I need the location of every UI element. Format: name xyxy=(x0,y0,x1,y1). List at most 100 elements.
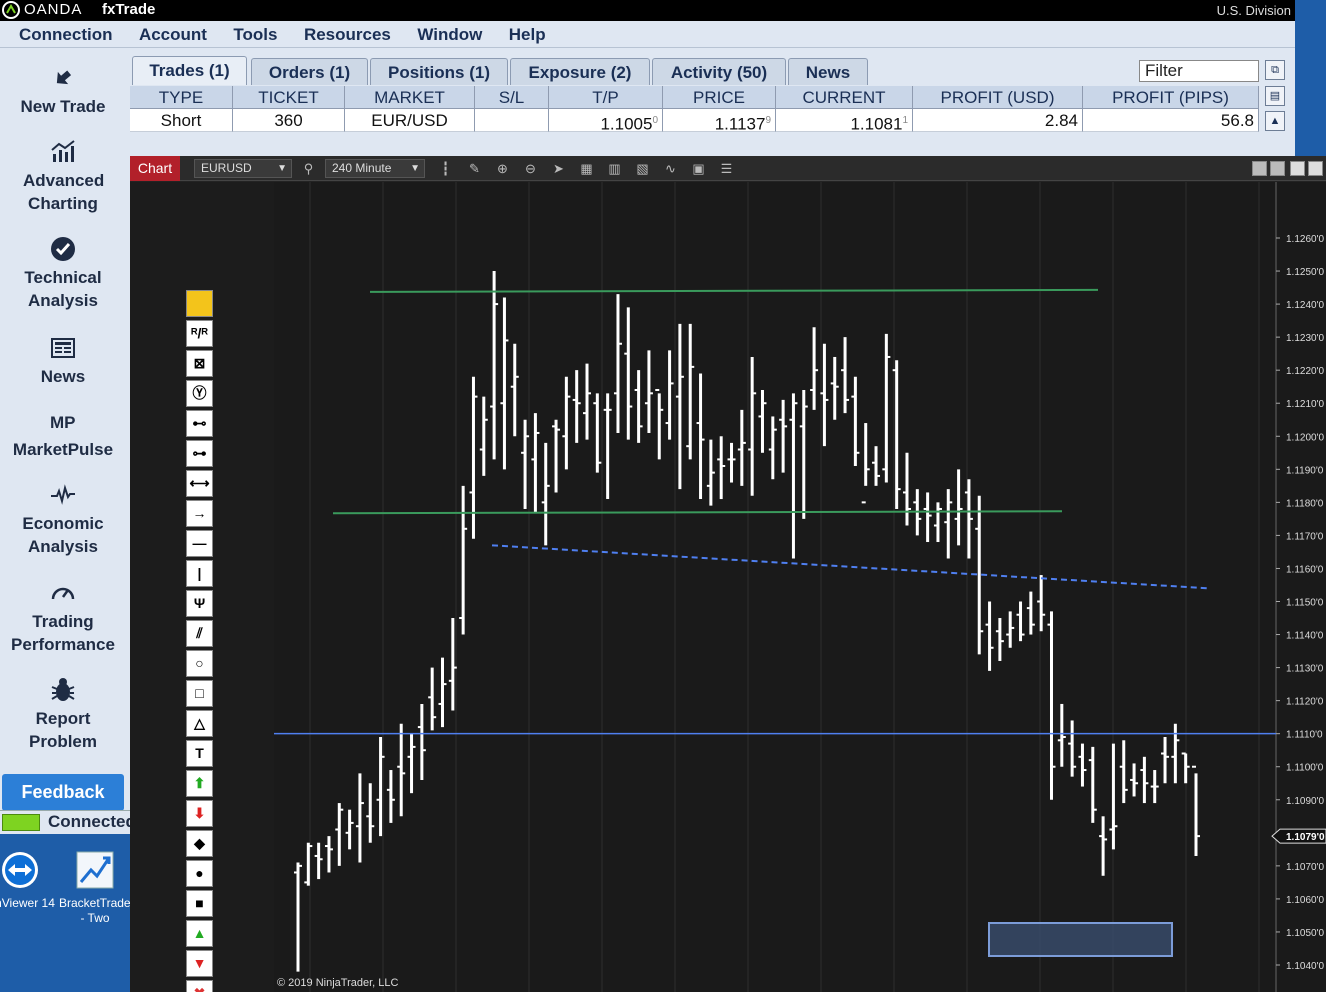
menu-window[interactable]: Window xyxy=(417,21,482,45)
feedback-button[interactable]: Feedback xyxy=(2,774,124,811)
list-icon[interactable]: ☰ xyxy=(718,160,735,177)
ellipse-icon[interactable]: ○ xyxy=(186,650,213,677)
horizontal-line-icon[interactable]: — xyxy=(186,530,213,557)
col-type[interactable]: TYPE xyxy=(130,86,233,109)
vertical-line-icon[interactable]: | xyxy=(186,560,213,587)
chart-tab[interactable]: Chart xyxy=(130,156,180,181)
menu-tools[interactable]: Tools xyxy=(233,21,277,45)
cell-type: Short xyxy=(130,109,233,132)
dot-icon[interactable]: ● xyxy=(186,860,213,887)
extended-line-icon[interactable]: ⊶ xyxy=(186,440,213,467)
window-tile-icon[interactable] xyxy=(1252,161,1267,176)
nav-news[interactable]: News xyxy=(0,334,126,388)
rectangle-icon[interactable]: □ xyxy=(186,680,213,707)
line-icon[interactable]: ⟷ xyxy=(186,470,213,497)
nav-label: New Trade xyxy=(20,97,106,116)
price-tick-label: 1.1160'0 xyxy=(1286,564,1324,575)
remove-drawings-icon[interactable]: ✖ xyxy=(186,980,213,992)
scroll-up-icon[interactable]: ▲ xyxy=(1265,111,1285,131)
tab-news[interactable]: News xyxy=(788,58,868,85)
templates-icon[interactable]: ▥ xyxy=(606,160,623,177)
tab-activity[interactable]: Activity (50) xyxy=(652,58,786,85)
connection-light-icon xyxy=(2,814,40,831)
desktop-icon-brackettrader[interactable]: BracketTrader - Two xyxy=(59,850,135,926)
col-market[interactable]: MARKET xyxy=(345,86,475,109)
selection-rectangle xyxy=(988,922,1173,957)
last-price-label: 1.1079'0 xyxy=(1286,832,1325,843)
triangle-down-icon[interactable]: ▼ xyxy=(186,950,213,977)
pointer-icon[interactable]: ➤ xyxy=(550,160,567,177)
col-current[interactable]: CURRENT xyxy=(776,86,913,109)
price-value: 1.1137 xyxy=(714,114,766,132)
pencil-icon[interactable]: ✎ xyxy=(466,160,483,177)
pitchfork-icon[interactable]: Ψ xyxy=(186,590,213,617)
col-sl[interactable]: S/L xyxy=(475,86,549,109)
filter-input[interactable]: Filter xyxy=(1139,60,1259,82)
parallel-channel-icon[interactable]: ⫽ xyxy=(186,620,213,647)
price-tick-label: 1.1040'0 xyxy=(1286,961,1324,972)
bar-style-icon[interactable]: ┇ xyxy=(437,160,454,177)
fib-y-icon[interactable]: Ⓨ xyxy=(186,380,213,407)
indicators-icon[interactable]: ▧ xyxy=(634,160,651,177)
price-tick-label: 1.1200'0 xyxy=(1286,432,1324,443)
ray-icon[interactable]: ⊷ xyxy=(186,410,213,437)
price-tick-label: 1.1250'0 xyxy=(1286,267,1324,278)
zoom-out-icon[interactable]: ⊖ xyxy=(522,160,539,177)
minimize-icon[interactable] xyxy=(1290,161,1305,176)
text-icon[interactable]: T xyxy=(186,740,213,767)
col-price[interactable]: PRICE xyxy=(663,86,776,109)
grid-options-icon[interactable]: ▤ xyxy=(1265,86,1285,106)
col-ticket[interactable]: TICKET xyxy=(233,86,345,109)
arrow-down-icon[interactable]: ⬇ xyxy=(186,800,213,827)
desktop-icon-teamviewer[interactable]: amViewer 14 xyxy=(0,850,56,911)
strategies-icon[interactable]: ∿ xyxy=(662,160,679,177)
col-profit-pips[interactable]: PROFIT (PIPS) xyxy=(1083,86,1259,109)
maximize-icon[interactable] xyxy=(1308,161,1323,176)
menu-connection[interactable]: Connection xyxy=(19,21,113,45)
price-tick-label: 1.1150'0 xyxy=(1286,598,1324,609)
nav-marketpulse[interactable]: MP MarketPulse xyxy=(0,407,126,461)
nav-economic-analysis[interactable]: Economic Analysis xyxy=(0,481,126,558)
square-icon[interactable]: ■ xyxy=(186,890,213,917)
popout-icon[interactable]: ⧉ xyxy=(1265,60,1285,80)
tab-trades[interactable]: Trades (1) xyxy=(132,56,247,85)
cell-tp: 1.10050 xyxy=(549,109,663,132)
menu-help[interactable]: Help xyxy=(509,21,546,45)
nav-report-problem[interactable]: Report Problem xyxy=(0,676,126,753)
risk-reward-icon[interactable]: ᴿ/ᴿ xyxy=(186,320,213,347)
nav-trading-performance[interactable]: Trading Performance xyxy=(0,579,126,656)
price-tick-label: 1.1170'0 xyxy=(1286,531,1324,542)
triangle-icon[interactable]: △ xyxy=(186,710,213,737)
tab-positions[interactable]: Positions (1) xyxy=(370,58,508,85)
diamond-icon[interactable]: ◆ xyxy=(186,830,213,857)
snapshot-icon[interactable]: ▣ xyxy=(690,160,707,177)
tab-exposure[interactable]: Exposure (2) xyxy=(510,58,650,85)
fib-x-icon[interactable]: ⊠ xyxy=(186,350,213,377)
price-tick-label: 1.1240'0 xyxy=(1286,300,1324,311)
col-tp[interactable]: T/P xyxy=(549,86,663,109)
window-cascade-icon[interactable] xyxy=(1270,161,1285,176)
ruler-icon[interactable] xyxy=(186,290,213,317)
chart-plot-area[interactable]: 1.1260'0 1.1250'0 1.1240'0 1.1230'0 1.1220'0… xyxy=(130,182,1326,992)
connection-status: Connected xyxy=(0,810,136,834)
timeframe-select[interactable]: 240 Minute ▼ xyxy=(325,159,425,178)
search-icon[interactable]: ⚲ xyxy=(300,160,317,177)
arrow-line-icon[interactable]: → xyxy=(186,500,213,527)
zoom-in-icon[interactable]: ⊕ xyxy=(494,160,511,177)
tab-orders[interactable]: Orders (1) xyxy=(251,58,368,85)
chart-toolbar: Chart EURUSD ▼ ⚲ 240 Minute ▼ ┇ ✎ ⊕ ⊖ ➤ ▦ … xyxy=(130,156,1326,181)
menu-account[interactable]: Account xyxy=(139,21,207,45)
price-chart[interactable]: 1.1260'0 1.1250'0 1.1240'0 1.1230'0 1.1220'0… xyxy=(130,182,1326,992)
col-profit-usd[interactable]: PROFIT (USD) xyxy=(913,86,1083,109)
arrow-up-icon[interactable]: ⬆ xyxy=(186,770,213,797)
triangle-up-icon[interactable]: ▲ xyxy=(186,920,213,947)
menu-resources[interactable]: Resources xyxy=(304,21,391,45)
report-problem-icon xyxy=(51,678,75,701)
price-tick-label: 1.1230'0 xyxy=(1286,333,1324,344)
properties-icon[interactable]: ▦ xyxy=(578,160,595,177)
instrument-select[interactable]: EURUSD ▼ xyxy=(194,159,292,178)
nav-technical-analysis[interactable]: Technical Analysis xyxy=(0,235,126,312)
nav-new-trade[interactable]: New Trade xyxy=(0,64,126,118)
trades-panel: Trades (1) Orders (1) Positions (1) Expo… xyxy=(130,48,1295,156)
nav-advanced-charting[interactable]: Advanced Charting xyxy=(0,138,126,215)
